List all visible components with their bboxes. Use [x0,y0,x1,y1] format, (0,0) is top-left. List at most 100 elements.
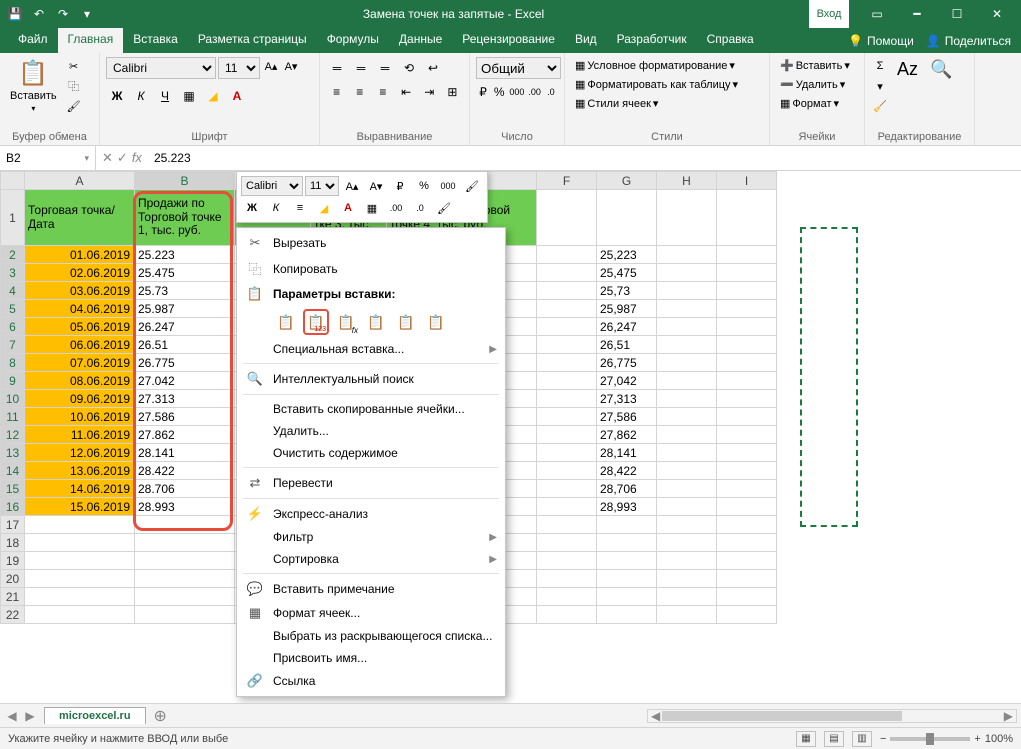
bold-button[interactable]: Ж [106,85,128,107]
cell[interactable]: Торговая точка/ Дата [25,190,135,246]
cell[interactable] [135,534,235,552]
cell[interactable] [657,444,717,462]
row-header-3[interactable]: 3 [1,264,25,282]
cell[interactable] [537,480,597,498]
ctx-insert-copied[interactable]: Вставить скопированные ячейки... [237,398,505,420]
row-header-14[interactable]: 14 [1,462,25,480]
orientation-icon[interactable]: ⟲ [398,57,420,79]
cell[interactable] [717,462,777,480]
cell[interactable] [537,552,597,570]
tab-вид[interactable]: Вид [565,28,607,53]
cell[interactable]: 13.06.2019 [25,462,135,480]
fill-icon[interactable]: ▾ [871,77,889,95]
cell[interactable] [717,300,777,318]
row-header-18[interactable]: 18 [1,534,25,552]
thousands-icon[interactable]: 000 [437,176,459,196]
cell[interactable]: 26,51 [597,336,657,354]
row-header-6[interactable]: 6 [1,318,25,336]
tab-данные[interactable]: Данные [389,28,452,53]
cell[interactable] [135,552,235,570]
sheet-nav-prev-icon[interactable]: ◀ [4,709,20,723]
align-top-icon[interactable]: ═ [326,57,348,79]
border-icon[interactable]: ▦ [361,198,383,218]
zoom-slider[interactable] [890,737,970,741]
cell[interactable]: 04.06.2019 [25,300,135,318]
align-left-icon[interactable]: ≡ [326,81,347,103]
cell[interactable] [597,534,657,552]
paste-link-icon[interactable]: 📋 [423,309,449,335]
cell[interactable] [657,516,717,534]
cell[interactable]: 27.042 [135,372,235,390]
namebox-dropdown-icon[interactable]: ▾ [84,153,89,164]
row-header-5[interactable]: 5 [1,300,25,318]
cell[interactable] [135,606,235,624]
cell[interactable] [537,426,597,444]
cell[interactable] [717,570,777,588]
cell[interactable] [597,552,657,570]
cell[interactable]: 26,247 [597,318,657,336]
cell[interactable]: 27.313 [135,390,235,408]
cell[interactable] [717,354,777,372]
thousands-icon[interactable]: 000 [508,81,525,103]
save-icon[interactable]: 💾 [4,3,26,25]
cell[interactable] [657,318,717,336]
cell[interactable]: 28,422 [597,462,657,480]
ctx-delete[interactable]: Удалить... [237,420,505,442]
cell[interactable] [135,588,235,606]
align-right-icon[interactable]: ≡ [372,81,393,103]
redo-icon[interactable]: ↷ [52,3,74,25]
tab-справка[interactable]: Справка [697,28,764,53]
row-header-20[interactable]: 20 [1,570,25,588]
cell[interactable] [657,588,717,606]
autosum-icon[interactable]: Σ [871,57,889,75]
cell[interactable]: 15.06.2019 [25,498,135,516]
cell[interactable]: 07.06.2019 [25,354,135,372]
ctx-link[interactable]: 🔗Ссылка [237,669,505,693]
bold-button[interactable]: Ж [241,198,263,218]
spreadsheet-grid[interactable]: ABCDEFGHI1Торговая точка/ ДатаПродажи по… [0,171,1021,703]
minimize-icon[interactable]: ━ [897,0,937,28]
currency-icon[interactable]: ₽ [476,81,490,103]
horizontal-scrollbar[interactable]: ◀ ▶ [647,709,1017,723]
col-header-B[interactable]: B [135,172,235,190]
cell[interactable] [657,606,717,624]
cell[interactable]: 25.987 [135,300,235,318]
paste-values-icon[interactable]: 📋123 [303,309,329,335]
cell[interactable] [717,318,777,336]
col-header-I[interactable]: I [717,172,777,190]
cell[interactable] [657,264,717,282]
cell[interactable]: 27.586 [135,408,235,426]
inc-decimal-icon[interactable]: .00 [385,198,407,218]
cell[interactable] [717,264,777,282]
cell[interactable]: 28.706 [135,480,235,498]
ribbon-display-icon[interactable]: ▭ [857,0,897,28]
cell[interactable] [135,516,235,534]
row-header-21[interactable]: 21 [1,588,25,606]
italic-button[interactable]: К [130,85,152,107]
cell[interactable]: 25.223 [135,246,235,264]
cell[interactable] [657,246,717,264]
currency-icon[interactable]: ₽ [389,176,411,196]
cell[interactable]: 09.06.2019 [25,390,135,408]
row-header-9[interactable]: 9 [1,372,25,390]
row-header-1[interactable]: 1 [1,190,25,246]
format-painter-icon[interactable]: 🖌 [65,97,83,115]
row-header-19[interactable]: 19 [1,552,25,570]
paste-transpose-icon[interactable]: 📋 [363,309,389,335]
cell[interactable]: 27,862 [597,426,657,444]
sort-filter-button[interactable]: Az [893,57,922,82]
cell[interactable]: 28,706 [597,480,657,498]
row-header-15[interactable]: 15 [1,480,25,498]
cell[interactable] [537,444,597,462]
cell[interactable] [537,588,597,606]
tab-файл[interactable]: Файл [8,28,58,53]
ctx-copy[interactable]: ⿻Копировать [237,255,505,282]
align-center-icon[interactable]: ≡ [349,81,370,103]
insert-cells-button[interactable]: ➕Вставить ▾ [776,57,858,74]
tellme-button[interactable]: 💡 Помощи [848,34,914,48]
select-all-corner[interactable] [1,172,25,190]
cancel-formula-icon[interactable]: ✕ [102,150,113,166]
ctx-filter[interactable]: Фильтр▶ [237,526,505,548]
cell[interactable]: 27,313 [597,390,657,408]
percent-icon[interactable]: % [413,176,435,196]
